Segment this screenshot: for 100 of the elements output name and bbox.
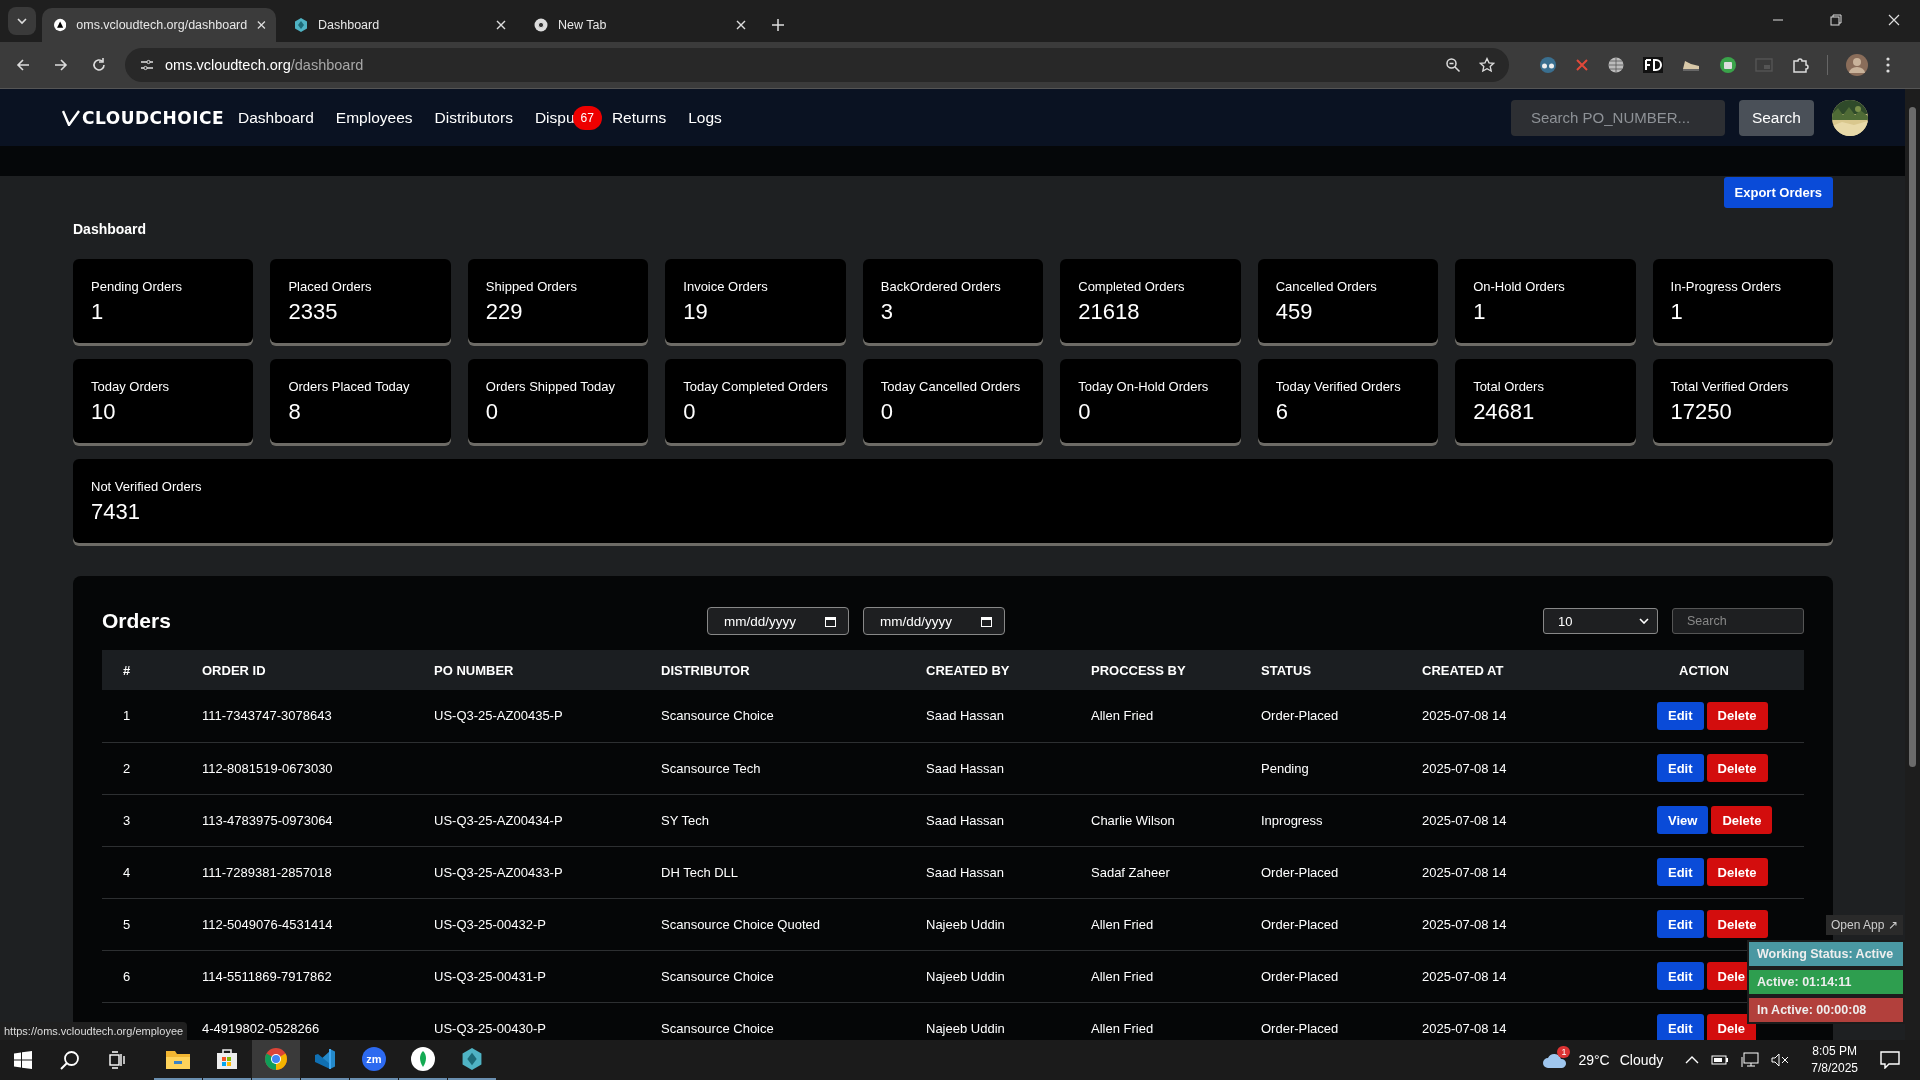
taskbar-app[interactable] (252, 1040, 300, 1080)
edit-button[interactable]: Edit (1657, 962, 1704, 990)
close-icon[interactable] (496, 20, 506, 30)
temperature-text[interactable]: 29°C (1578, 1052, 1610, 1068)
table-cell: DH Tech DLL (661, 864, 739, 880)
table-cell: Saad Hassan (926, 708, 1005, 724)
stat-value: 459 (1275, 299, 1314, 325)
task-view-icon[interactable] (108, 1051, 126, 1069)
puzzle-icon[interactable] (1791, 56, 1809, 74)
browser-tab[interactable]: New Tab (522, 8, 756, 42)
battery-icon[interactable] (1711, 1054, 1730, 1066)
table-cell: Order-Placed (1261, 864, 1339, 880)
calendar-icon[interactable] (825, 615, 836, 627)
date-field[interactable]: mm/dd/yyyy (707, 607, 849, 635)
close-icon[interactable] (736, 20, 746, 30)
glasses-icon[interactable] (1539, 56, 1557, 74)
muted-speaker-icon[interactable] (1771, 1053, 1790, 1067)
stat-label: Today Verified Orders (1275, 379, 1402, 394)
table-cell: Najeeb Uddin (926, 1020, 1005, 1036)
search-icon[interactable] (60, 1050, 80, 1070)
cross-icon[interactable] (1575, 58, 1589, 72)
search-field[interactable]: Search (1672, 608, 1804, 634)
profile-avatar-icon[interactable] (1846, 54, 1868, 76)
nav-link[interactable]: Dashboard (238, 108, 314, 127)
panel-title: Orders (102, 609, 172, 633)
close-icon[interactable] (1888, 14, 1900, 26)
scrollbar[interactable] (1905, 89, 1920, 1040)
new-tab-icon[interactable] (772, 19, 784, 31)
nav-link[interactable]: Distributors (434, 108, 513, 127)
zoom-icon[interactable] (1445, 57, 1461, 73)
page-title: Dashboard (73, 221, 148, 237)
open-app-button[interactable]: Open App ↗ (1826, 915, 1903, 935)
clock-time[interactable]: 8:05 PM (1812, 1043, 1857, 1060)
export-button[interactable]: Export Orders (1723, 177, 1833, 208)
table-cell: Allen Fried (1091, 916, 1154, 932)
table-cell: Pending (1261, 760, 1309, 776)
taskbar-app[interactable]: zm (350, 1040, 398, 1080)
clock-date[interactable]: 7/8/2025 (1811, 1060, 1858, 1077)
chevron-up-icon[interactable] (1685, 1055, 1700, 1065)
fd-badge-icon[interactable] (1643, 57, 1663, 73)
network-icon[interactable] (1741, 1052, 1760, 1068)
stat-label: Total Verified Orders (1670, 379, 1790, 394)
stat-value: 3 (880, 299, 895, 325)
delete-button[interactable]: Delete (1706, 910, 1768, 938)
browser-tab[interactable]: oms.vcloudtech.org/dashboard (42, 8, 276, 42)
hexagon-icon (461, 1048, 483, 1070)
windows-start-icon[interactable] (14, 1051, 32, 1069)
stat-label: Not Verified Orders (91, 479, 203, 494)
restore-icon[interactable] (1830, 14, 1842, 26)
edit-button[interactable]: Edit (1657, 754, 1704, 782)
table-cell-text: 5 (122, 916, 131, 932)
back-icon[interactable] (15, 57, 31, 73)
date-field[interactable]: mm/dd/yyyy (863, 607, 1005, 635)
stat-value: 7431 (91, 499, 141, 525)
table-cell-text: 6 (122, 968, 131, 984)
table-cell: SY Tech (661, 812, 709, 828)
search-field[interactable]: Search PO_NUMBER... (1510, 99, 1725, 136)
nav-link[interactable]: Logs (688, 108, 722, 127)
delete-button[interactable]: Delete (1706, 754, 1768, 782)
menu-icon[interactable] (1886, 57, 1890, 73)
delete-button[interactable]: Delete (1706, 858, 1768, 886)
edit-button[interactable]: Edit (1657, 701, 1704, 730)
page-size-select[interactable]: 10 (1543, 608, 1658, 634)
calendar-icon[interactable] (981, 615, 992, 627)
tab-search-button[interactable] (8, 7, 36, 35)
edit-button[interactable]: View (1657, 806, 1709, 834)
edit-button[interactable]: Edit (1657, 1014, 1704, 1040)
table-cell: Allen Fried (1091, 968, 1154, 984)
star-icon[interactable] (1479, 57, 1495, 73)
edit-button[interactable]: Edit (1657, 910, 1704, 938)
notifications-icon[interactable] (1880, 1051, 1900, 1069)
reload-icon[interactable] (91, 57, 107, 73)
nav-link[interactable]: Dispu (534, 108, 575, 127)
nav-link[interactable]: Employees (335, 108, 413, 127)
globe-icon[interactable] (1607, 56, 1625, 74)
table-cell: 112-5049076-4531414 (202, 916, 333, 932)
table-cell: 113-4783975-0973064 (202, 812, 333, 828)
browser-tab[interactable]: Dashboard (282, 8, 516, 42)
address-bar[interactable]: oms.vcloudtech.org/dashboard (125, 48, 1509, 82)
column-header: STATUS (1261, 662, 1312, 678)
delete-button[interactable]: Dele (1706, 1014, 1757, 1040)
table-cell: Scansource Choice (661, 1020, 774, 1036)
forward-icon[interactable] (53, 57, 69, 73)
stat-label: Total Orders (1473, 379, 1545, 394)
chrome-icon (534, 18, 548, 32)
edit-button[interactable]: Edit (1657, 858, 1704, 886)
site-settings-icon[interactable] (139, 57, 155, 73)
delete-button[interactable]: Delete (1711, 806, 1773, 834)
logo-mark-icon (62, 109, 80, 126)
folder-icon (166, 1049, 190, 1069)
column-header: CREATED BY (926, 662, 1010, 678)
nav-link[interactable]: Returns (611, 108, 667, 127)
weather-text[interactable]: Cloudy (1619, 1052, 1664, 1068)
search-button[interactable]: Search (1738, 99, 1814, 136)
close-icon[interactable] (257, 20, 266, 30)
delete-button[interactable]: Delete (1706, 701, 1768, 730)
column-header: CREATED AT (1422, 662, 1504, 678)
stat-label: Today Completed Orders (683, 379, 828, 394)
table-cell: Allen Fried (1091, 708, 1154, 724)
table-cell: 2025-07-08 14 (1422, 916, 1507, 932)
